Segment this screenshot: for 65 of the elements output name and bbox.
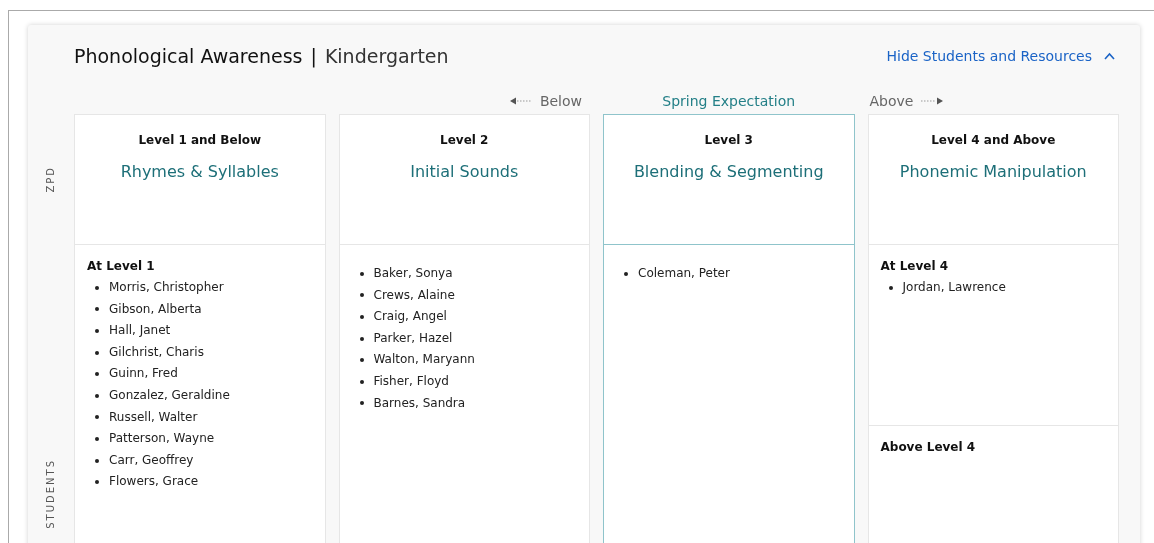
student-name: Walton, Maryann (373, 351, 475, 369)
student-name: Hall, Janet (109, 322, 171, 340)
zpd-label: ZPD (44, 165, 56, 193)
expectation-label: Spring Expectation (662, 93, 796, 109)
bullet-icon (359, 315, 364, 319)
bullet-icon (95, 372, 99, 377)
bullet-icon (95, 436, 99, 441)
group-heading: At Level 4 (880, 259, 950, 273)
above-label: Above (869, 93, 914, 109)
student-name: Baker, Sonya (373, 265, 453, 282)
bullet-icon (95, 415, 99, 420)
bullet-icon (359, 293, 364, 298)
student-name: Parker, Hazel (373, 329, 453, 347)
level-card[interactable]: Level 4 and Above Phonemic Manipulation (867, 114, 1119, 245)
student-name: Jordan, Lawrence (902, 279, 1006, 296)
chevron-icon (1104, 52, 1115, 60)
student-name: Morris, Christopher (109, 279, 224, 296)
level-card[interactable]: Level 2 Initial Sounds (338, 114, 590, 245)
hide-students-toggle[interactable]: Hide Students and Resources (886, 48, 1119, 64)
skill-title: Initial Sounds (410, 162, 519, 181)
group-heading: At Level 1 (87, 259, 156, 273)
bullet-icon (624, 271, 628, 276)
student-name: Gonzalez, Geraldine (109, 386, 230, 404)
bullet-icon (359, 358, 364, 363)
student-name: Flowers, Grace (109, 473, 199, 491)
student-name: Guinn, Fred (109, 365, 178, 383)
student-name: Carr, Geoffrey (109, 451, 194, 469)
bullet-icon (359, 401, 364, 406)
group-heading: Above Level 4 (880, 440, 977, 454)
bullet-icon (359, 336, 364, 341)
student-name: Patterson, Wayne (109, 430, 215, 448)
bullet-icon (359, 379, 364, 384)
skill-title: Rhymes & Syllables (120, 162, 279, 181)
below-label: Below (539, 93, 582, 109)
level-label: Level 1 and Below (138, 133, 262, 147)
right-arrow-icon (921, 97, 944, 105)
page-subtitle: Kindergarten (324, 45, 449, 67)
level-label: Level 3 (704, 133, 753, 147)
level-label: Level 2 (440, 133, 489, 147)
student-name: Gibson, Alberta (109, 300, 202, 318)
student-name: Gilchrist, Charis (109, 343, 204, 361)
bullet-icon (95, 458, 99, 463)
level-label: Level 4 and Above (931, 133, 1056, 147)
bullet-icon (95, 350, 99, 355)
student-name: Barnes, Sandra (373, 394, 466, 412)
bullet-icon (359, 271, 364, 276)
title-separator: | (310, 45, 317, 67)
left-arrow-icon (509, 97, 532, 105)
student-name: Crews, Alaine (373, 286, 455, 304)
level-card[interactable]: Level 1 and Below Rhymes & Syllables (74, 114, 326, 245)
bullet-icon (95, 393, 99, 398)
student-name: Craig, Angel (373, 308, 447, 326)
bullet-icon (95, 285, 99, 290)
skill-title: Phonemic Manipulation (899, 162, 1087, 181)
bullet-icon (888, 285, 893, 290)
skill-title: Blending & Segmenting (633, 162, 824, 181)
student-name: Coleman, Peter (638, 265, 730, 282)
level-card[interactable]: Level 3 Blending & Segmenting (603, 114, 855, 245)
bullet-icon (95, 329, 99, 333)
student-name: Russell, Walter (109, 408, 198, 426)
student-name: Fisher, Floyd (373, 372, 449, 390)
bullet-icon (95, 480, 99, 485)
page-title: Phonological Awareness (74, 45, 303, 67)
bullet-icon (95, 307, 99, 312)
students-label: STUDENTS (44, 459, 56, 529)
